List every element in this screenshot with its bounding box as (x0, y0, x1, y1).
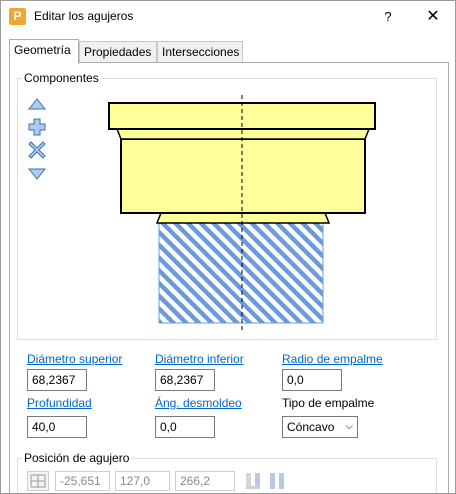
hole-hatched-section (158, 222, 324, 324)
snap-icon (270, 473, 284, 489)
snap-position-button[interactable] (267, 471, 287, 491)
tipo-empalme-select[interactable]: Cóncavo ⌵ (282, 416, 358, 438)
profundidad-link[interactable]: Profundidad (27, 396, 92, 410)
radio-empalme-link[interactable]: Radio de empalme (282, 352, 383, 366)
pick-position-button[interactable] (243, 471, 263, 491)
ang-desmoldeo-field[interactable]: 0,0 (155, 416, 215, 438)
tipo-empalme-value: Cóncavo (287, 420, 335, 434)
tab-geometria[interactable]: Geometría (9, 39, 79, 64)
main-body (120, 138, 366, 214)
radio-empalme-field[interactable]: 0,0 (282, 369, 342, 391)
diametro-inferior-link[interactable]: Diámetro inferior (155, 352, 244, 366)
chevron-down-icon: ⌵ (345, 421, 353, 432)
position-y-field[interactable]: 127,0 (115, 471, 170, 491)
tipo-empalme-label: Tipo de empalme (282, 396, 375, 410)
diametro-superior-link[interactable]: Diámetro superior (27, 352, 122, 366)
position-z-field[interactable]: 266,2 (175, 471, 235, 491)
dialog-window: P Editar los agujeros ? ✕ Geometría Prop… (0, 0, 456, 494)
bottom-chamfer (155, 212, 331, 224)
position-label: Posición de agujero (22, 451, 132, 465)
pick-point-icon (246, 473, 260, 489)
position-x-field[interactable]: -25,651 (55, 471, 110, 491)
upper-chamfer (115, 128, 371, 140)
diametro-superior-field[interactable]: 68,2367 (27, 369, 87, 391)
ang-desmoldeo-link[interactable]: Áng. desmoldeo (155, 396, 242, 410)
profundidad-field[interactable]: 40,0 (27, 416, 87, 438)
grid-icon (30, 474, 46, 488)
coordinate-icon[interactable] (27, 471, 49, 491)
diametro-inferior-field[interactable]: 68,2367 (155, 369, 215, 391)
